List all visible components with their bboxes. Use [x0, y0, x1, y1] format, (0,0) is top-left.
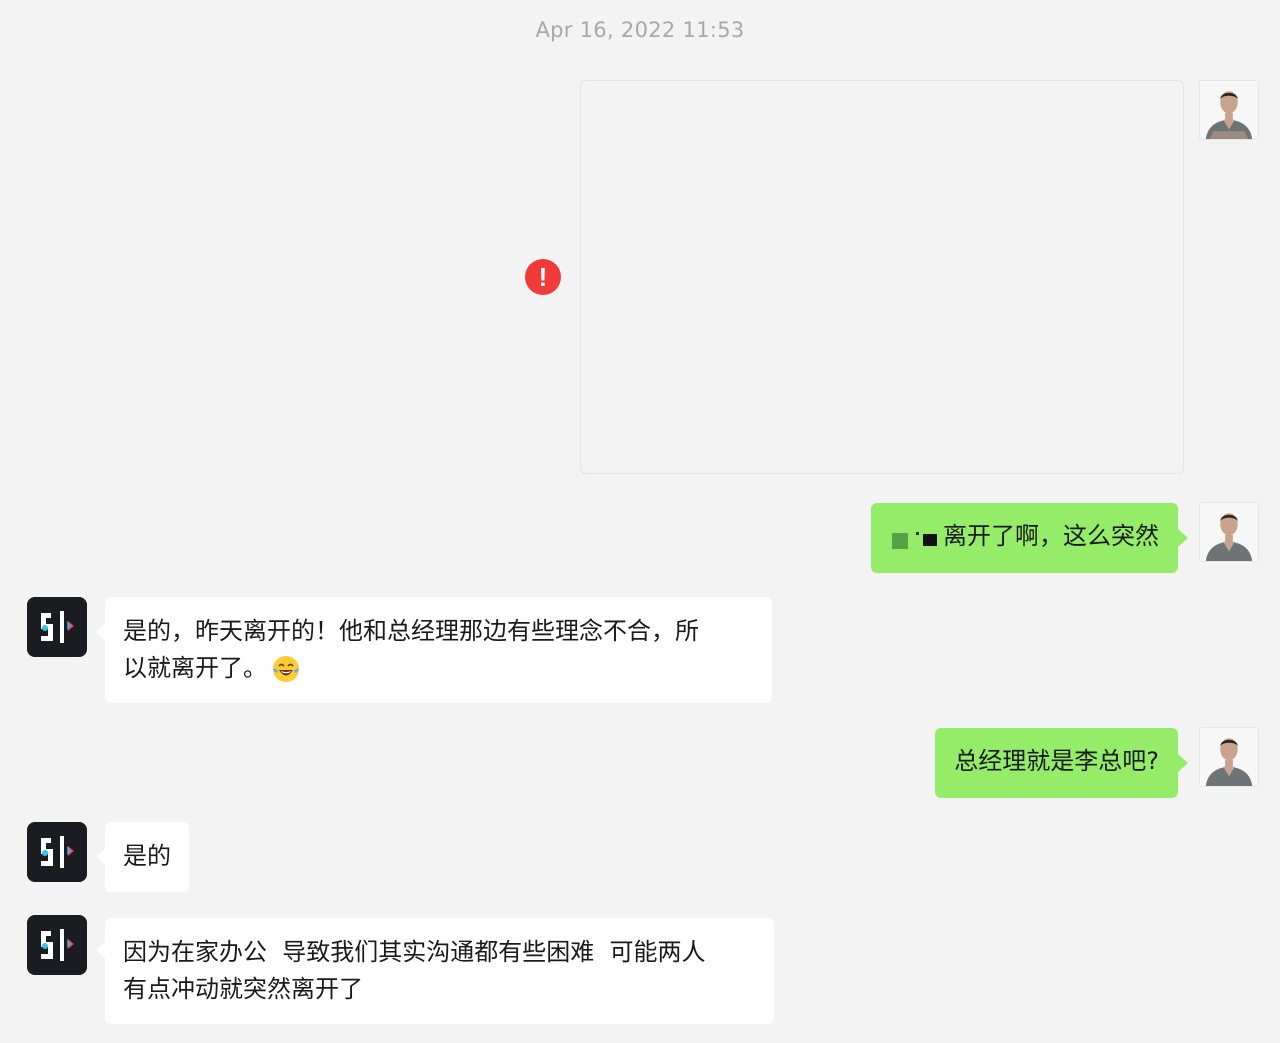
person-avatar-icon: [1200, 81, 1258, 139]
laughing-tears-emoji-icon: [271, 654, 301, 684]
message-text: 总经理就是李总吧?: [954, 747, 1159, 775]
app-logo-icon: [27, 597, 87, 657]
app-logo-icon: [27, 915, 87, 975]
contact-avatar[interactable]: [27, 822, 87, 882]
person-avatar-icon: [1200, 503, 1258, 561]
bubble-tail: [1178, 529, 1188, 547]
message-timestamp: Apr 16, 2022 11:53: [535, 18, 745, 42]
self-avatar[interactable]: [1199, 80, 1259, 140]
self-avatar[interactable]: [1199, 502, 1259, 562]
message-text-line: 因为在家办公 导致我们其实沟通都有些困难 可能两人: [123, 938, 706, 966]
incoming-message-bubble[interactable]: 是的，昨天离开的！他和总经理那边有些理念不合，所 以就离开了。: [105, 597, 772, 703]
incoming-message-bubble[interactable]: 因为在家办公 导致我们其实沟通都有些困难 可能两人 有点冲动就突然离开了: [105, 918, 774, 1024]
chat-window: Apr 16, 2022 11:53 ! 离开了啊，这么突然 是的，昨天离开的！…: [0, 0, 1280, 1043]
message-text: 是的: [123, 842, 171, 870]
contact-avatar[interactable]: [27, 597, 87, 657]
contact-avatar[interactable]: [27, 915, 87, 975]
redacted-name-mark: [890, 526, 940, 549]
self-avatar[interactable]: [1199, 727, 1259, 787]
message-text-line: 以就离开了。: [123, 650, 754, 687]
incoming-message-bubble[interactable]: 是的: [105, 822, 189, 892]
app-logo-icon: [27, 822, 87, 882]
outgoing-message-bubble[interactable]: 总经理就是李总吧?: [935, 728, 1178, 798]
image-message-placeholder[interactable]: [580, 80, 1184, 474]
message-text-line: 有点冲动就突然离开了: [123, 975, 363, 1003]
person-avatar-icon: [1200, 728, 1258, 786]
message-text-line: 是的，昨天离开的！他和总经理那边有些理念不合，所: [123, 617, 699, 645]
outgoing-message-bubble[interactable]: 离开了啊，这么突然: [871, 503, 1178, 573]
send-failed-icon[interactable]: !: [525, 259, 561, 295]
bubble-tail: [1178, 754, 1188, 772]
message-text: 离开了啊，这么突然: [943, 522, 1159, 550]
